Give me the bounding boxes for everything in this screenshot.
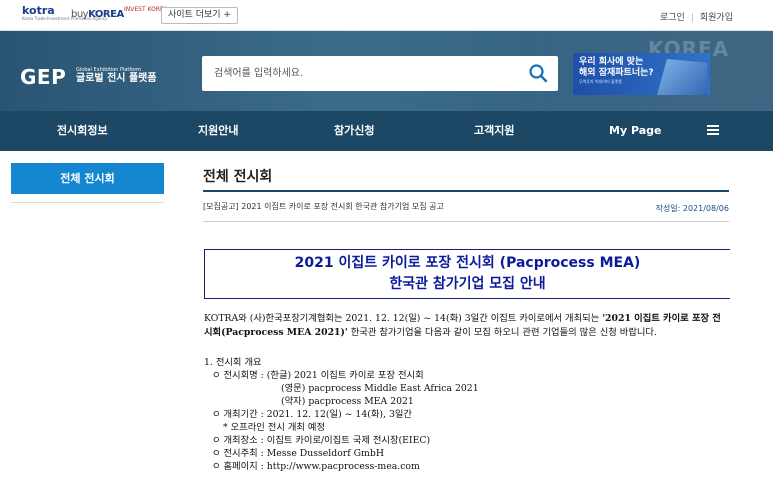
promo-banner-line2: 해외 잠재파트너는?	[579, 68, 654, 78]
outline-name-abbr: (약자) pacprocess MEA 2021	[281, 396, 414, 407]
notice-headline-box: 2021 이집트 카이로 포장 전시회 (Pacprocess MEA) 한국관…	[204, 249, 730, 299]
hero-header: KOREA GEP Global Exhibition Platform 글로벌…	[0, 31, 773, 111]
title-rule	[203, 190, 729, 192]
outline-homepage: ㅇ 홈페이지 : http://www.pacprocess-mea.com	[212, 461, 420, 472]
intro-paragraph: KOTRA와 (사)한국포장기계협회는 2021. 12. 12(일) ~ 14…	[204, 312, 729, 340]
divider: |	[690, 13, 694, 23]
sidebar-item-all-exhibitions[interactable]: 전체 전시회	[11, 163, 164, 194]
outline-period: ㅇ 개최기간 : 2021. 12. 12(일) ~ 14(화), 3일간	[212, 409, 412, 420]
promo-banner-text: 우리 회사에 맞는 해외 잠재파트너는?	[579, 57, 654, 79]
buykorea-logo[interactable]: buyKOREA	[71, 9, 124, 20]
gep-logo-subtitle: Global Exhibition Platform 글로벌 전시 플랫폼	[76, 67, 157, 85]
headline-line2: 한국관 참가기업 모집 안내	[389, 276, 546, 292]
search-input[interactable]	[202, 56, 512, 91]
intro-text-1: KOTRA와 (사)한국포장기계협회는 2021. 12. 12(일) ~ 14…	[204, 313, 603, 324]
notice-title: [모집공고] 2021 이집트 카이로 포장 전시회 한국관 참가기업 모집 공…	[203, 202, 444, 211]
exhibition-outline: 1. 전시회 개요 ㅇ 전시회명 : (한글) 2021 이집트 카이로 포장 …	[204, 356, 729, 473]
outline-venue: ㅇ 개최장소 : 이집트 카이로/이집트 국제 전시장(EIEC)	[212, 435, 431, 446]
intro-text-2: 한국관 참가기업을 다음과 같이 모집 하오니 관련 기업들의 많은 신청 바랍…	[347, 327, 657, 338]
outline-period-note: * 오프라인 전시 개최 예정	[223, 422, 326, 433]
promo-banner-sub: 무역투자 빅데이터 플랫폼	[579, 79, 623, 84]
more-sites-button[interactable]: 사이트 더보기 +	[161, 7, 238, 24]
gep-subtitle-ko: 글로벌 전시 플랫폼	[76, 73, 157, 84]
buykorea-logo-text: KOREA	[88, 9, 124, 20]
promo-banner-line1: 우리 회사에 맞는	[579, 57, 644, 67]
utility-bar: kotra Korea Trade-Investment Promotion A…	[0, 0, 773, 31]
headline-line1: 2021 이집트 카이로 포장 전시회 (Pacprocess MEA)	[294, 255, 641, 271]
search-icon[interactable]	[528, 63, 548, 83]
promo-banner[interactable]: 우리 회사에 맞는 해외 잠재파트너는? 무역투자 빅데이터 플랫폼	[573, 53, 710, 95]
page-title: 전체 전시회	[203, 169, 273, 185]
notice-rule	[203, 221, 729, 222]
outline-name: ㅇ 전시회명 : (한글) 2021 이집트 카이로 포장 전시회	[212, 370, 424, 381]
sidebar-divider	[11, 202, 164, 203]
outline-heading: 1. 전시회 개요	[204, 357, 262, 368]
signup-link[interactable]: 회원가입	[700, 13, 733, 23]
nav-customer-support[interactable]: 고객지원	[474, 111, 514, 151]
login-link[interactable]: 로그인	[660, 13, 685, 23]
buykorea-logo-prefix: buy	[71, 9, 89, 20]
nav-support-guide[interactable]: 지원안내	[198, 111, 238, 151]
gep-logo[interactable]: GEP	[20, 65, 66, 89]
nav-apply[interactable]: 참가신청	[334, 111, 374, 151]
promo-banner-illustration	[657, 59, 707, 95]
nav-my-page[interactable]: My Page	[609, 111, 661, 151]
outline-organizer: ㅇ 전시주최 : Messe Dusseldorf GmbH	[212, 448, 384, 459]
nav-exhibition-info[interactable]: 전시회정보	[57, 111, 108, 151]
main-nav: 전시회정보 지원안내 참가신청 고객지원 My Page	[0, 111, 773, 151]
outline-name-en: (영문) pacprocess Middle East Africa 2021	[281, 383, 479, 394]
account-links: 로그인 | 회원가입	[660, 10, 733, 23]
notice-date: 작성일: 2021/08/06	[655, 204, 729, 213]
hamburger-menu-icon[interactable]	[707, 125, 719, 135]
search-box	[202, 56, 558, 91]
